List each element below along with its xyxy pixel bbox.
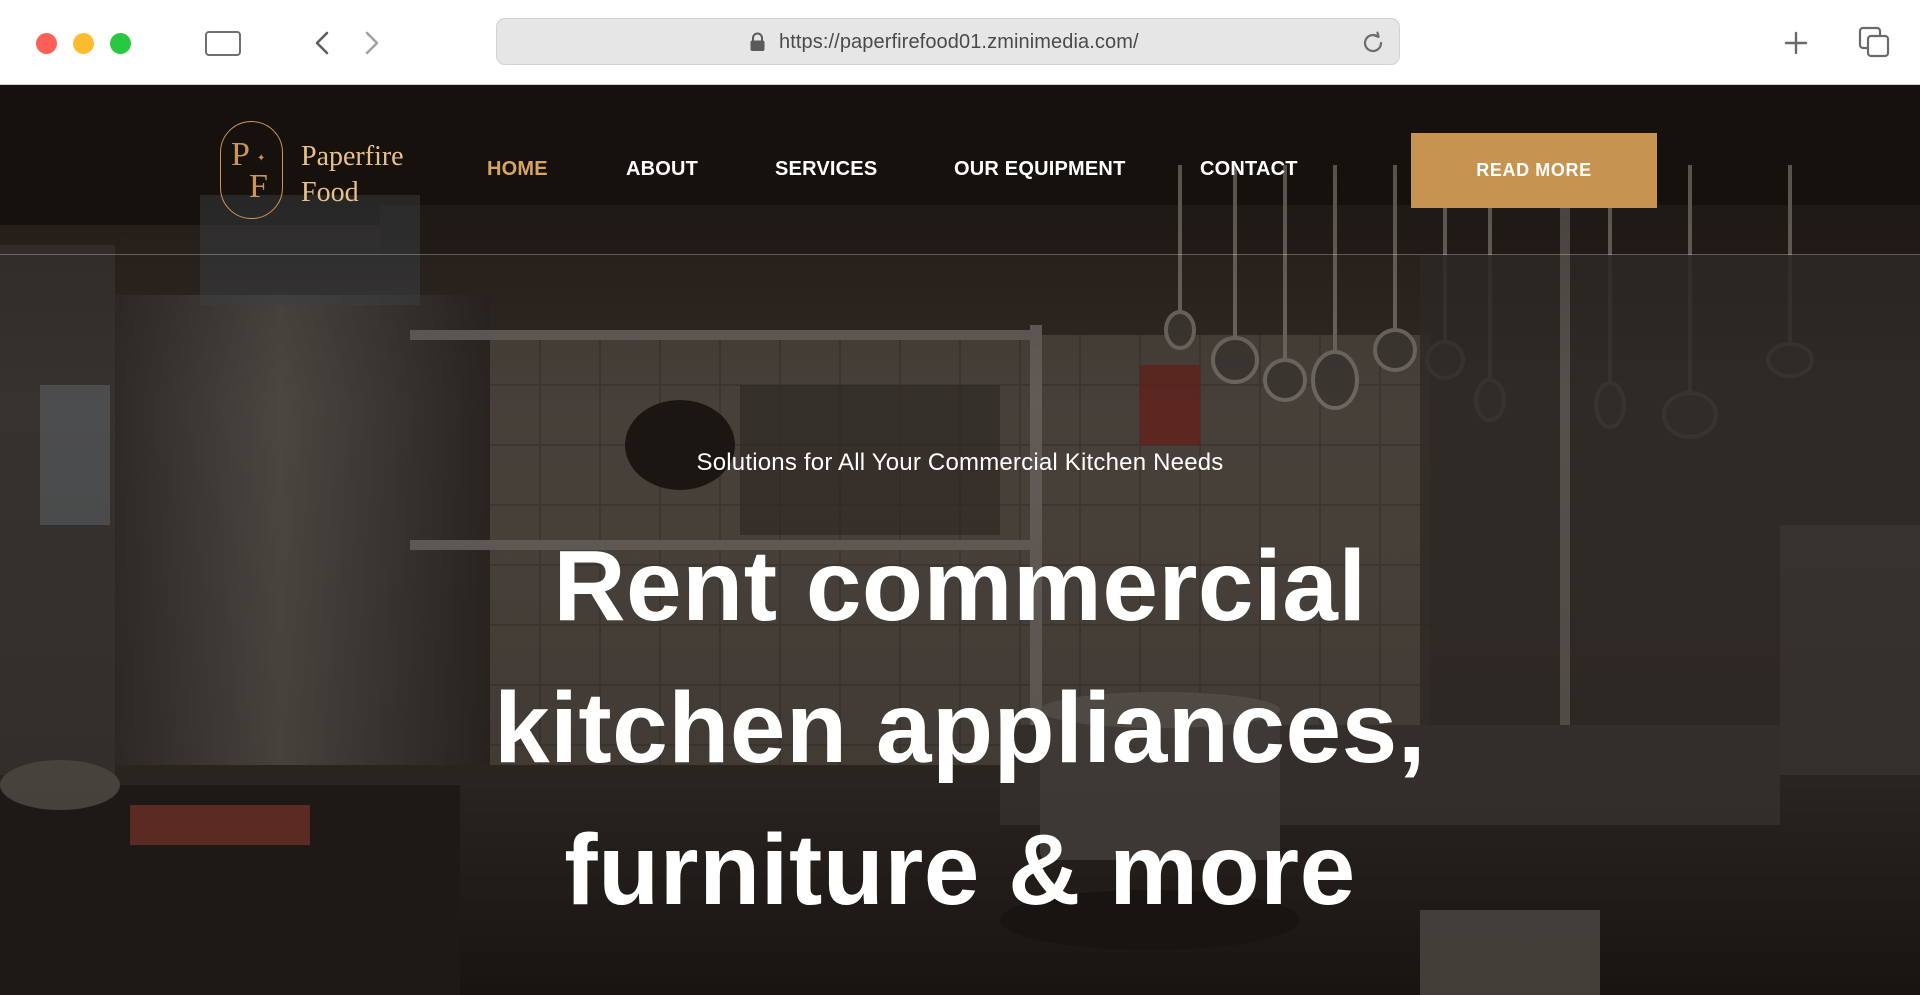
plus-icon[interactable] [1781,28,1811,58]
hero-heading-line3: furniture & more [564,814,1356,926]
logo-name-line2: Food [301,177,359,208]
address-bar[interactable]: https://paperfirefood01.zminimedia.com/ [496,18,1400,65]
nav-item-our-equipment[interactable]: OUR EQUIPMENT [954,158,1126,181]
hero-heading: Rent commercial kitchen appliances, furn… [360,515,1560,941]
read-more-button[interactable]: READ MORE [1411,133,1657,208]
chevron-right-icon[interactable] [358,28,384,58]
logo-monogram: P ✦ F [220,121,283,219]
logo-name-line1: Paperfire [301,141,404,172]
chevron-left-icon[interactable] [310,28,336,58]
logo-star-icon: ✦ [257,153,266,164]
tabs-overview-icon[interactable] [1857,25,1891,59]
browser-toolbar: https://paperfirefood01.zminimedia.com/ [0,0,1920,85]
lock-icon [750,32,765,51]
nav-item-contact[interactable]: CONTACT [1200,158,1298,181]
logo-wordmark: Paperfire Food [301,139,404,211]
logo-monogram-p: P [231,136,250,173]
site-header: P ✦ F Paperfire Food HOME ABOUT SERVICES… [0,85,1920,255]
page-viewport: P ✦ F Paperfire Food HOME ABOUT SERVICES… [0,85,1920,995]
logo-monogram-f: F [249,168,268,205]
sidebar-icon[interactable] [205,31,241,56]
url-text: https://paperfirefood01.zminimedia.com/ [779,31,1139,53]
site-logo[interactable]: P ✦ F Paperfire Food [220,121,440,221]
close-window-button[interactable] [36,33,57,54]
nav-item-about[interactable]: ABOUT [626,158,698,181]
maximize-window-button[interactable] [110,33,131,54]
minimize-window-button[interactable] [73,33,94,54]
hero-heading-line2: kitchen appliances, [493,672,1427,784]
reload-icon[interactable] [1359,29,1387,57]
hero-heading-line1: Rent commercial [553,530,1367,642]
nav-item-home[interactable]: HOME [487,158,548,181]
hero-tagline: Solutions for All Your Commercial Kitche… [696,449,1224,476]
nav-item-services[interactable]: SERVICES [775,158,877,181]
